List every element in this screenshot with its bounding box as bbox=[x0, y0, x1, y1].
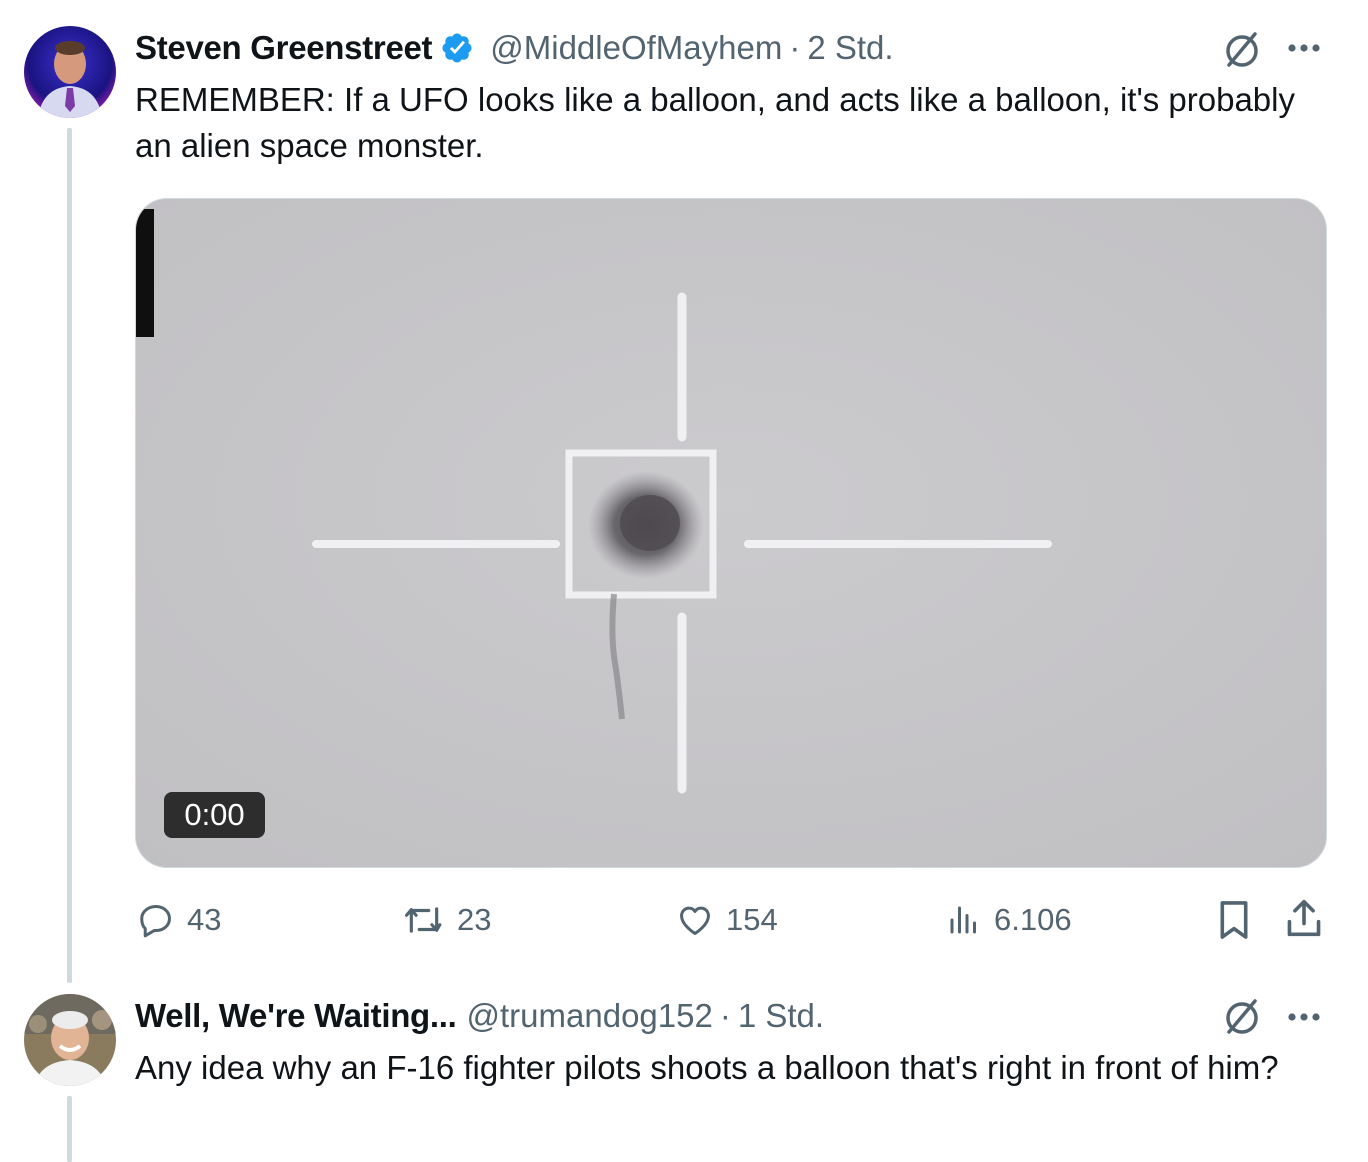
share-icon[interactable] bbox=[1284, 896, 1324, 940]
like-icon bbox=[680, 906, 710, 935]
video-duration: 0:00 bbox=[164, 792, 265, 838]
timestamp[interactable]: 2 Std. bbox=[807, 29, 893, 67]
more-icon[interactable] bbox=[1284, 1005, 1324, 1029]
author-name[interactable]: Well, We're Waiting... bbox=[135, 997, 457, 1035]
tweet-header: Well, We're Waiting... @trumandog152 · 1… bbox=[135, 991, 824, 1041]
like-button[interactable]: 154 bbox=[676, 895, 778, 945]
repost-count: 23 bbox=[457, 902, 492, 937]
author-name[interactable]: Steven Greenstreet bbox=[135, 29, 433, 67]
repost-button[interactable]: 23 bbox=[403, 895, 491, 945]
avatar-trumandog152[interactable] bbox=[24, 994, 116, 1086]
author-handle[interactable]: @trumandog152 bbox=[467, 997, 713, 1035]
repost-icon bbox=[405, 907, 442, 933]
video-player[interactable] bbox=[135, 198, 1327, 868]
tweet-text: REMEMBER: If a UFO looks like a balloon,… bbox=[135, 81, 1295, 164]
separator-dot: · bbox=[719, 997, 731, 1034]
verified-badge-icon bbox=[442, 33, 472, 63]
thread-connector-line bbox=[67, 1096, 72, 1162]
timestamp[interactable]: 1 Std. bbox=[738, 997, 824, 1035]
like-count: 154 bbox=[726, 902, 778, 937]
grok-icon[interactable] bbox=[1220, 28, 1264, 72]
avatar-steven-greenstreet[interactable] bbox=[24, 26, 116, 118]
thread-connector-line bbox=[67, 128, 72, 983]
views-icon bbox=[950, 906, 976, 934]
reply-count: 43 bbox=[187, 902, 222, 937]
reply-icon bbox=[140, 905, 171, 938]
reply-button[interactable]: 43 bbox=[137, 895, 221, 945]
author-handle[interactable]: @MiddleOfMayhem bbox=[490, 29, 782, 67]
bookmark-icon[interactable] bbox=[1216, 898, 1252, 942]
view-count: 6.106 bbox=[994, 902, 1072, 937]
separator-dot: · bbox=[789, 29, 801, 66]
tweet-header: Steven Greenstreet @MiddleOfMayhem · 2 S… bbox=[135, 23, 894, 73]
grok-icon[interactable] bbox=[1220, 995, 1264, 1039]
tweet-text: Any idea why an F-16 fighter pilots shoo… bbox=[135, 1049, 1279, 1086]
more-icon[interactable] bbox=[1284, 36, 1324, 60]
views-button[interactable]: 6.106 bbox=[946, 895, 1072, 945]
